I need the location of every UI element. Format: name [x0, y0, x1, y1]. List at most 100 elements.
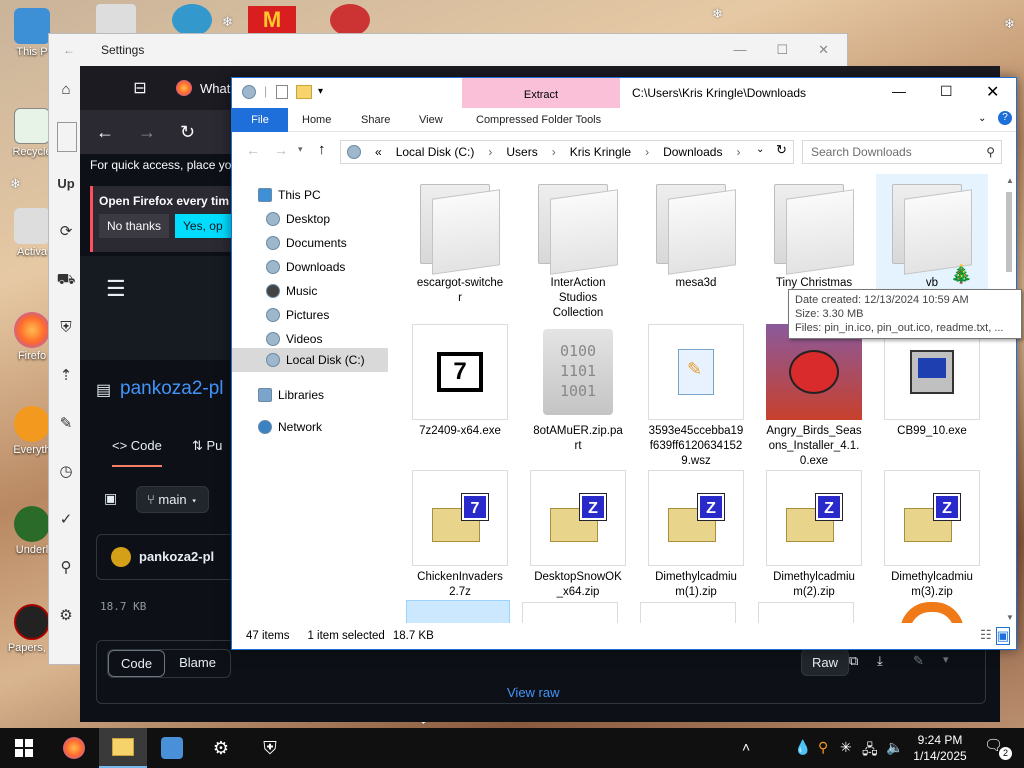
raw-button[interactable]: Raw	[801, 649, 850, 676]
maximize-icon[interactable]: ☐	[776, 42, 788, 58]
clock[interactable]: 9:24 PM 1/14/2025	[908, 732, 972, 764]
breadcrumb-local-disk[interactable]: Local Disk (C:)	[396, 145, 475, 159]
nav-item-downloads[interactable]: Downloads	[266, 256, 345, 278]
wrench-icon[interactable]: ✎	[49, 400, 83, 448]
tab-overview-icon[interactable]: ⊟	[120, 78, 160, 98]
quick-access-dropdown-icon[interactable]: ▾	[318, 86, 323, 97]
folder-item[interactable]: Tiny Christmas	[758, 176, 870, 291]
nav-item-this-pc[interactable]: This PC	[258, 184, 321, 206]
file-item[interactable]: 7 7z2409-x64.exe	[404, 324, 516, 439]
droplet-icon[interactable]: 💧	[794, 739, 811, 756]
commit-author[interactable]: pankoza2-pl	[139, 549, 214, 564]
back-arrow-icon[interactable]: ←	[246, 142, 260, 158]
refresh-icon[interactable]: ↻	[776, 142, 787, 158]
help-icon[interactable]: ?	[998, 111, 1012, 125]
search-field-partial[interactable]	[57, 122, 77, 152]
file-tab[interactable]: File	[232, 108, 288, 132]
branch-selector[interactable]: ⑂ main ▾	[136, 486, 210, 513]
copy-icon[interactable]: ⧉	[849, 653, 858, 669]
selected-file-item[interactable]	[406, 600, 510, 624]
check-icon[interactable]: ✓	[49, 496, 83, 544]
edit-icon[interactable]: ✎	[913, 653, 924, 669]
home-tab[interactable]: Home	[302, 114, 331, 126]
sliders-icon[interactable]: ⚙	[49, 592, 83, 640]
tab-whats-new[interactable]: What's	[176, 80, 239, 96]
nav-item-videos[interactable]: Videos	[266, 328, 322, 350]
file-item[interactable]: 7 ChickenInvaders 2.7z	[404, 470, 516, 600]
minimize-icon[interactable]: —	[892, 83, 906, 99]
new-folder-icon[interactable]	[296, 85, 312, 99]
expand-ribbon-icon[interactable]: ⌄	[978, 113, 986, 124]
volume-icon[interactable]: 🔈	[886, 739, 903, 756]
download-icon[interactable]: ⤓	[877, 653, 883, 669]
refresh-icon[interactable]: ⟳	[49, 208, 83, 256]
nav-item-documents[interactable]: Documents	[266, 232, 347, 254]
file-item[interactable]: 0100 1101 1001 8otAMuER.zip.pa rt	[522, 324, 634, 454]
chevron-down-icon[interactable]: ▾	[943, 653, 949, 666]
file-item[interactable]: CB99_10.exe	[876, 324, 988, 439]
file-item-partial[interactable]	[640, 602, 736, 624]
address-dropdown-icon[interactable]: ⌄	[756, 144, 764, 155]
file-item-partial[interactable]	[900, 602, 964, 624]
taskbar-file-explorer[interactable]	[99, 728, 147, 768]
breadcrumb-downloads[interactable]: Downloads	[663, 145, 722, 159]
file-item[interactable]: Z Dimethylcadmiu m(1).zip	[640, 470, 752, 600]
details-view-icon[interactable]: ☷	[980, 627, 992, 645]
share-tab[interactable]: Share	[361, 114, 390, 126]
breadcrumb-overflow[interactable]: «	[375, 145, 382, 159]
nav-item-music[interactable]: Music	[266, 280, 317, 302]
back-arrow-icon[interactable]: ←	[96, 122, 114, 143]
breadcrumb-users[interactable]: Users	[506, 145, 537, 159]
search-input[interactable]: Search Downloads ⚲	[802, 140, 1002, 164]
view-raw-link[interactable]: View raw	[507, 685, 560, 700]
taskbar-firefox[interactable]	[50, 728, 98, 768]
forward-arrow-icon[interactable]: →	[138, 122, 156, 143]
nav-item-desktop[interactable]: Desktop	[266, 208, 330, 230]
repo-name-link[interactable]: pankoza2-pl	[120, 378, 224, 400]
person-icon[interactable]: ⚲	[49, 544, 83, 592]
start-button[interactable]	[0, 728, 48, 768]
menu-icon[interactable]: ☰	[106, 276, 126, 302]
maximize-icon[interactable]: ☐	[940, 83, 953, 100]
file-item[interactable]: Angry_Birds_Seas ons_Installer_4.1. 0.ex…	[758, 324, 870, 469]
show-hidden-icons-icon[interactable]: ˄	[742, 739, 750, 755]
code-tab[interactable]: <> Code	[112, 438, 162, 467]
no-thanks-button[interactable]: No thanks	[99, 214, 170, 238]
extract-tab[interactable]: Extract	[462, 78, 620, 112]
reload-icon[interactable]: ↻	[180, 122, 195, 143]
vertical-scrollbar[interactable]: ▲ ▼	[1002, 172, 1016, 624]
search-tray-icon[interactable]: ⚲	[818, 739, 828, 756]
file-item[interactable]: Z DesktopSnowOK _x64.zip	[522, 470, 634, 600]
compressed-folder-tools-tab[interactable]: Compressed Folder Tools	[476, 114, 601, 126]
delivery-icon[interactable]: ⛟	[49, 256, 83, 304]
view-tab[interactable]: View	[419, 114, 443, 126]
file-item[interactable]: Z Dimethylcadmiu m(2).zip	[758, 470, 870, 600]
update-nav-item[interactable]: Up	[49, 160, 83, 208]
up-arrow-icon[interactable]: ↑	[318, 141, 326, 158]
folder-item[interactable]: mesa3d	[640, 176, 752, 291]
recent-locations-icon[interactable]: ▾	[298, 144, 303, 155]
history-icon[interactable]: ◷	[49, 448, 83, 496]
upload-icon[interactable]: ⇡	[49, 352, 83, 400]
taskbar-settings[interactable]: ⚙	[197, 728, 245, 768]
large-icons-view-icon[interactable]: ▣	[995, 627, 1010, 645]
minimize-icon[interactable]: —	[733, 42, 746, 58]
pull-requests-tab[interactable]: ⇅ Pu	[192, 438, 222, 454]
back-arrow-icon[interactable]: ←	[63, 43, 75, 57]
folder-item[interactable]: escargot-switche r	[404, 176, 516, 306]
close-icon[interactable]: ✕	[986, 82, 999, 102]
network-icon[interactable]: 🖧	[862, 739, 878, 763]
forward-arrow-icon[interactable]: →	[274, 142, 288, 158]
file-item-partial[interactable]	[758, 602, 854, 624]
blame-view-button[interactable]: Blame	[165, 650, 230, 677]
shield-icon[interactable]: ⛨	[49, 304, 83, 352]
address-bar[interactable]: « Local Disk (C:) › Users › Kris Kringle…	[340, 140, 794, 164]
sidebar-toggle-icon[interactable]: ▣	[104, 490, 117, 507]
taskbar-security[interactable]: ⛨	[246, 728, 294, 768]
code-view-button[interactable]: Code	[108, 650, 166, 677]
properties-icon[interactable]	[276, 85, 288, 99]
snowflake-tray-icon[interactable]: ✳	[840, 739, 852, 756]
close-icon[interactable]: ✕	[818, 42, 829, 58]
nav-item-network[interactable]: Network	[258, 416, 322, 438]
yes-open-button[interactable]: Yes, op	[175, 214, 231, 238]
